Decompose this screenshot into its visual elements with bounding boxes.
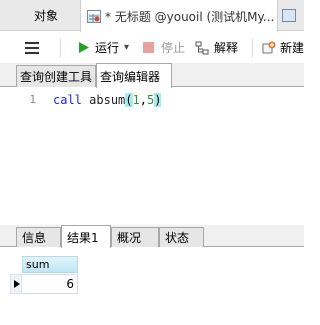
tab-query-editor-label: 查询编辑器: [100, 69, 161, 84]
play-icon: [79, 42, 89, 53]
explain-button[interactable]: 解释: [195, 32, 238, 63]
new-query-button[interactable]: 新建: [262, 32, 304, 63]
tab-objects-label: 对象: [34, 9, 59, 23]
stop-icon: [143, 42, 154, 53]
result-grid: sum 6: [0, 248, 304, 325]
code-comma: ,: [139, 93, 147, 107]
run-button[interactable]: 运行 ▾: [78, 32, 129, 63]
tab-query-label: * 无标题 @youoil (测试机My...: [105, 9, 275, 24]
tab-status[interactable]: 状态: [159, 227, 204, 247]
query-table-icon: [87, 9, 101, 23]
tab-overview-label: 概况: [117, 231, 142, 245]
run-label: 运行: [95, 41, 120, 55]
column-header-sum[interactable]: sum: [22, 256, 78, 273]
stop-button[interactable]: 停止: [143, 32, 185, 63]
chevron-down-icon[interactable]: ▾: [124, 42, 129, 53]
table-row[interactable]: 6: [10, 274, 78, 294]
new-query-label: 新建: [280, 41, 305, 55]
code-line[interactable]: call absum(1,5): [53, 92, 162, 108]
tab-query-builder[interactable]: 查询创建工具: [16, 65, 96, 87]
code-keyword: call: [53, 93, 82, 107]
code-open-paren: (: [125, 93, 133, 107]
tab-result-1[interactable]: 结果1: [61, 225, 111, 248]
tab-status-label: 状态: [165, 231, 190, 245]
menu-icon[interactable]: [24, 32, 40, 63]
line-number: 1: [29, 93, 36, 106]
tab-query-editor[interactable]: 查询编辑器: [96, 63, 172, 88]
tab-query-builder-label: 查询创建工具: [20, 70, 93, 84]
code-arg: 1: [132, 93, 140, 107]
tab-query[interactable]: * 无标题 @youoil (测试机My...: [80, 0, 278, 32]
tab-info[interactable]: 信息: [16, 227, 61, 247]
result-tabs: 信息 结果1 概况 状态: [0, 225, 304, 248]
table-cell[interactable]: 6: [22, 274, 78, 294]
query-mode-tabs: 查询创建工具 查询编辑器: [0, 63, 304, 88]
toolbar-divider: [60, 39, 61, 57]
tab-info-label: 信息: [22, 231, 47, 245]
explain-icon: [195, 41, 209, 54]
explain-label: 解释: [214, 41, 239, 55]
stop-label: 停止: [161, 41, 186, 55]
tab-result-1-label: 结果1: [67, 230, 99, 245]
table-icon: [282, 9, 296, 22]
tab-overflow[interactable]: [278, 0, 304, 31]
toolbar-divider: [252, 39, 253, 57]
tab-overview[interactable]: 概况: [111, 227, 159, 247]
new-query-icon: [262, 41, 276, 53]
code-close-paren: ): [154, 93, 162, 107]
toolbar: 运行 ▾ 停止 解释 新建: [0, 32, 304, 63]
current-row-indicator-icon: [10, 274, 22, 294]
document-tab-bar: 对象 * 无标题 @youoil (测试机My...: [0, 0, 304, 32]
tab-objects[interactable]: 对象: [0, 0, 80, 31]
code-function: absum: [89, 93, 126, 107]
sql-editor[interactable]: 1 call absum(1,5): [0, 88, 304, 225]
